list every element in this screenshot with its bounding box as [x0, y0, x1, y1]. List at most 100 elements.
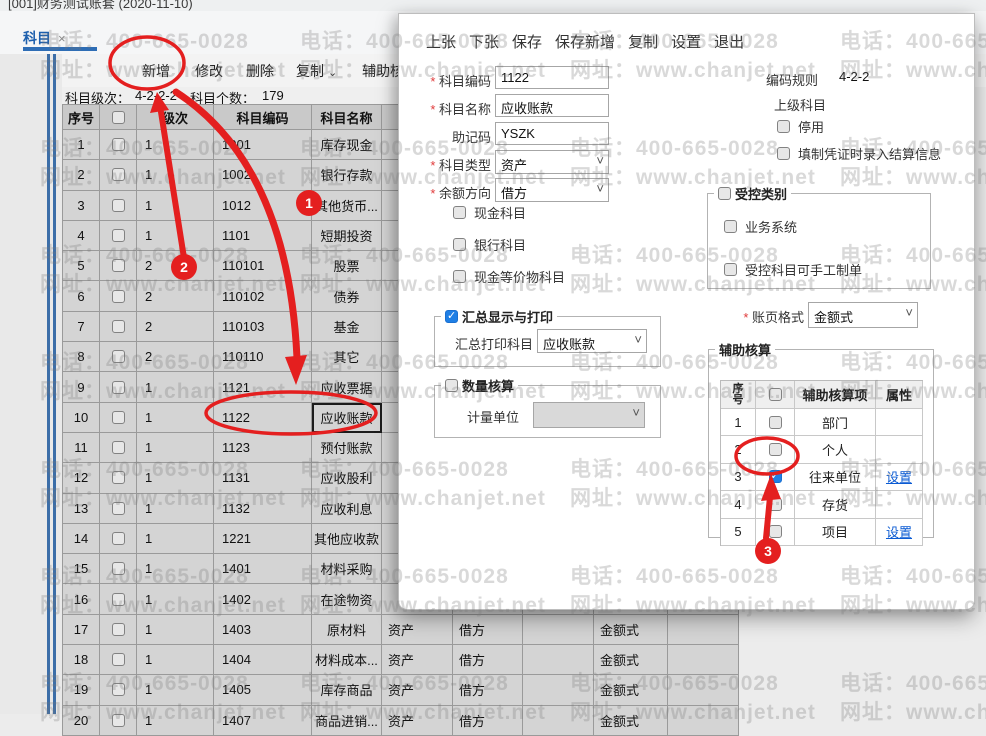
cash-account-row[interactable]: 现金科目: [453, 203, 526, 222]
row-name[interactable]: 材料采购: [312, 554, 382, 584]
row-checkbox[interactable]: [112, 593, 125, 606]
row-name[interactable]: 库存现金: [312, 130, 382, 160]
row-checkbox-cell[interactable]: [100, 130, 137, 160]
row-checkbox-cell[interactable]: [100, 281, 137, 311]
row-checkbox[interactable]: [112, 683, 125, 696]
row-checkbox-cell[interactable]: [100, 342, 137, 372]
row-checkbox[interactable]: [112, 320, 125, 333]
row-checkbox-cell[interactable]: [100, 554, 137, 584]
dialog-toolbar-button[interactable]: 设置: [671, 31, 701, 52]
table-row[interactable]: 17 1 1403 原材料 资产 借方 金额式: [63, 615, 739, 645]
row-checkbox-cell[interactable]: [100, 463, 137, 493]
controlled-item[interactable]: 受控科目可手工制单: [724, 260, 862, 279]
row-checkbox-cell[interactable]: [100, 160, 137, 190]
row-checkbox-cell[interactable]: [100, 645, 137, 675]
row-name[interactable]: 其它: [312, 342, 382, 372]
row-name[interactable]: 短期投资: [312, 221, 382, 251]
type-select[interactable]: 资产˅: [495, 150, 609, 174]
quantity-checkbox[interactable]: [445, 379, 458, 392]
row-checkbox[interactable]: [112, 138, 125, 151]
row-checkbox-cell[interactable]: [100, 615, 137, 645]
row-checkbox-cell[interactable]: [100, 524, 137, 554]
auxiliary-row[interactable]: 4 存货: [721, 491, 923, 518]
row-checkbox-cell[interactable]: [100, 675, 137, 705]
row-name[interactable]: 其他货币...: [312, 191, 382, 221]
row-name[interactable]: 材料成本...: [312, 645, 382, 675]
aux-row-checkbox-cell[interactable]: [756, 519, 795, 546]
settings-link[interactable]: 设置: [886, 467, 912, 486]
table-row[interactable]: 20 1 1407 商品进销... 资产 借方 金额式: [63, 706, 739, 736]
row-name[interactable]: 债券: [312, 281, 382, 311]
row-checkbox-cell[interactable]: [100, 433, 137, 463]
row-name[interactable]: 基金: [312, 312, 382, 342]
row-checkbox-cell[interactable]: [100, 706, 137, 736]
row-checkbox-cell[interactable]: [100, 221, 137, 251]
row-checkbox-cell[interactable]: [100, 191, 137, 221]
row-checkbox[interactable]: [112, 350, 125, 363]
row-checkbox-cell[interactable]: [100, 372, 137, 402]
row-name[interactable]: 商品进销...: [312, 706, 382, 736]
row-name[interactable]: 在途物资: [312, 584, 382, 614]
cash-equivalent-checkbox[interactable]: [453, 270, 466, 283]
row-name[interactable]: 库存商品: [312, 675, 382, 705]
dialog-toolbar-button[interactable]: 上张: [426, 31, 456, 52]
aux-select-all-checkbox[interactable]: [769, 388, 782, 401]
aux-row-checkbox-cell[interactable]: [756, 409, 795, 436]
row-name[interactable]: 其他应收款: [312, 524, 382, 554]
aux-row-checkbox-cell[interactable]: [756, 491, 795, 518]
row-name[interactable]: 股票: [312, 251, 382, 281]
aux-row-checkbox[interactable]: [769, 443, 782, 456]
header-select-all[interactable]: [100, 105, 137, 130]
ledger-format-select[interactable]: 金额式˅: [808, 302, 918, 328]
toolbar-button[interactable]: 新增⌄: [142, 61, 170, 81]
row-checkbox[interactable]: [112, 562, 125, 575]
row-checkbox[interactable]: [112, 199, 125, 212]
row-name[interactable]: 应收账款: [312, 403, 382, 433]
toolbar-button[interactable]: 复制⌄: [296, 61, 337, 81]
dialog-toolbar-button[interactable]: 保存新增: [555, 31, 615, 52]
row-checkbox-cell[interactable]: [100, 312, 137, 342]
row-checkbox-cell[interactable]: [100, 403, 137, 433]
settlement-info-row[interactable]: 填制凭证时录入结算信息: [777, 144, 941, 163]
controlled-item-checkbox[interactable]: [724, 220, 737, 233]
name-input[interactable]: 应收账款: [495, 94, 609, 117]
select-all-checkbox[interactable]: [112, 111, 125, 124]
row-checkbox[interactable]: [112, 653, 125, 666]
row-name[interactable]: 应收利息: [312, 494, 382, 524]
direction-select[interactable]: 借方˅: [495, 178, 609, 202]
controlled-item-checkbox[interactable]: [724, 263, 737, 276]
toolbar-button[interactable]: 删除⌄: [246, 61, 274, 81]
aux-row-checkbox[interactable]: [769, 416, 782, 429]
summary-print-checkbox[interactable]: [445, 310, 458, 323]
aux-row-checkbox-cell[interactable]: [756, 436, 795, 463]
dialog-toolbar-button[interactable]: 复制: [628, 31, 658, 52]
controlled-item[interactable]: 业务系统: [724, 217, 797, 236]
dialog-toolbar-button[interactable]: 下张: [469, 31, 499, 52]
aux-row-checkbox[interactable]: [769, 498, 782, 511]
table-row[interactable]: 18 1 1404 材料成本... 资产 借方 金额式: [63, 645, 739, 675]
aux-row-checkbox[interactable]: [769, 470, 782, 483]
tab-close-icon[interactable]: ×: [58, 32, 66, 45]
disable-row[interactable]: 停用: [777, 117, 824, 136]
row-checkbox[interactable]: [112, 229, 125, 242]
row-name[interactable]: 原材料: [312, 615, 382, 645]
mnemonic-input[interactable]: YSZK: [495, 122, 609, 145]
cash-account-checkbox[interactable]: [453, 206, 466, 219]
row-checkbox[interactable]: [112, 290, 125, 303]
auxiliary-row[interactable]: 5 项目 设置: [721, 519, 923, 546]
auxiliary-row[interactable]: 2 个人: [721, 436, 923, 463]
bank-account-row[interactable]: 银行科目: [453, 235, 526, 254]
table-row[interactable]: 19 1 1405 库存商品 资产 借方 金额式: [63, 675, 739, 705]
dialog-toolbar-button[interactable]: 保存: [512, 31, 542, 52]
cash-equivalent-row[interactable]: 现金等价物科目: [453, 267, 565, 286]
row-name[interactable]: 应收股利: [312, 463, 382, 493]
settlement-info-checkbox[interactable]: [777, 147, 790, 160]
summary-print-subject-select[interactable]: 应收账款˅: [537, 329, 647, 353]
row-checkbox[interactable]: [112, 411, 125, 424]
row-name[interactable]: 应收票据: [312, 372, 382, 402]
controlled-category-checkbox[interactable]: [718, 187, 731, 200]
settings-link[interactable]: 设置: [886, 522, 912, 541]
row-checkbox[interactable]: [112, 532, 125, 545]
auxiliary-row[interactable]: 1 部门: [721, 409, 923, 436]
aux-header-select-all[interactable]: [756, 381, 795, 409]
